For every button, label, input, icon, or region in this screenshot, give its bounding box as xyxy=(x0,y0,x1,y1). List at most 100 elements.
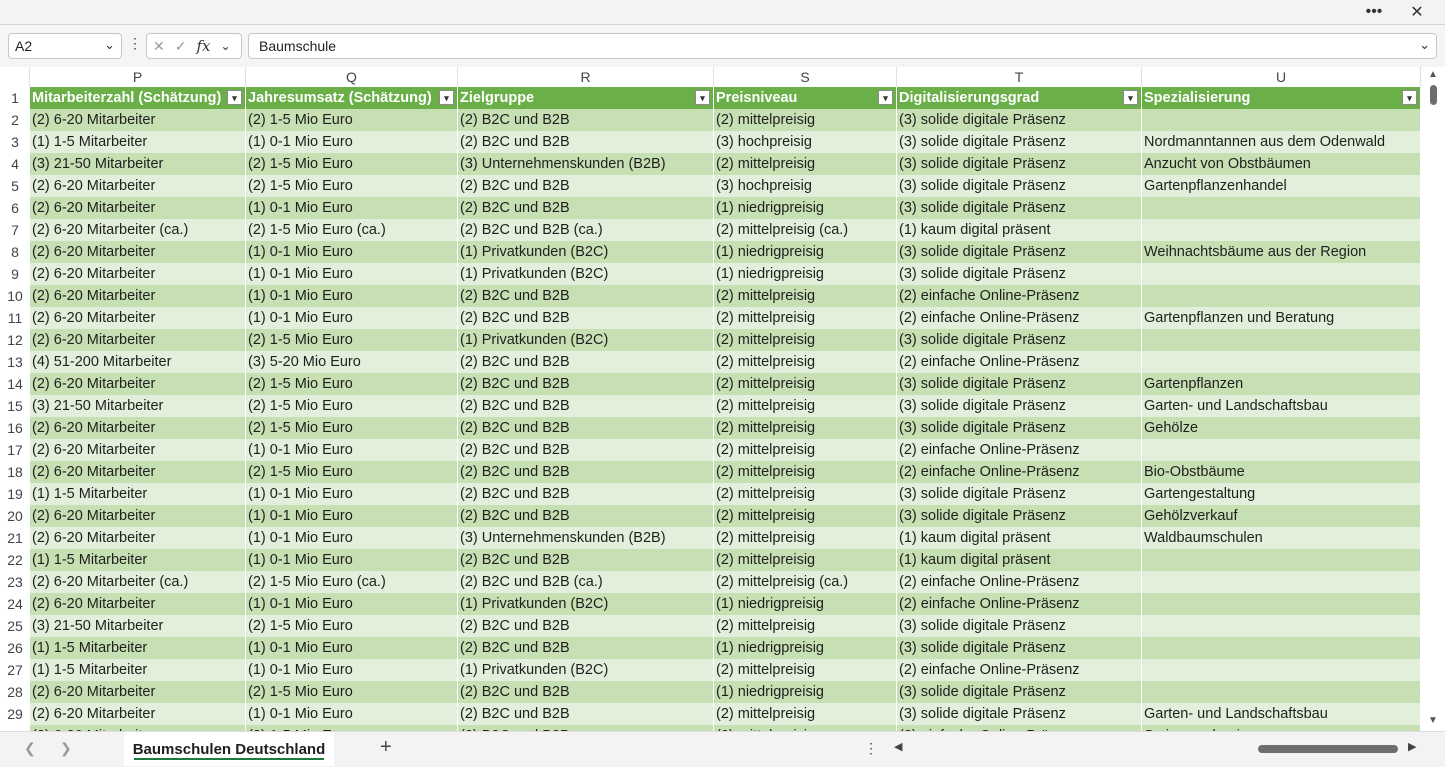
table-cell[interactable]: (2) B2C und B2B xyxy=(458,109,714,131)
table-cell[interactable] xyxy=(1142,615,1421,637)
previous-sheet-icon[interactable]: ❮ xyxy=(24,740,36,757)
table-cell[interactable]: (2) 1-5 Mio Euro xyxy=(246,461,458,483)
table-cell[interactable]: Gartenpflanzen und Beratung xyxy=(1142,307,1421,329)
table-cell[interactable]: (1) 1-5 Mitarbeiter xyxy=(30,549,246,571)
table-cell[interactable]: (1) 0-1 Mio Euro xyxy=(246,285,458,307)
table-cell[interactable] xyxy=(1142,219,1421,241)
table-cell[interactable]: (2) mittelpreisig xyxy=(714,153,897,175)
table-cell[interactable]: Bio-Obstbäume xyxy=(1142,461,1421,483)
filter-dropdown-icon[interactable]: ▾ xyxy=(1402,90,1417,105)
table-cell[interactable]: (1) niedrigpreisig xyxy=(714,681,897,703)
table-cell[interactable]: (3) Unternehmenskunden (B2B) xyxy=(458,153,714,175)
table-cell[interactable]: (2) mittelpreisig xyxy=(714,505,897,527)
row-header[interactable]: 12 xyxy=(0,329,30,351)
table-cell[interactable]: (2) B2C und B2B xyxy=(458,373,714,395)
table-cell[interactable]: (2) 6-20 Mitarbeiter xyxy=(30,109,246,131)
table-cell[interactable]: (3) solide digitale Präsenz xyxy=(897,241,1142,263)
table-cell[interactable]: (1) 0-1 Mio Euro xyxy=(246,307,458,329)
table-cell[interactable]: (1) kaum digital präsent xyxy=(897,549,1142,571)
table-cell[interactable]: (2) 1-5 Mio Euro xyxy=(246,329,458,351)
vertical-scrollbar[interactable]: ▲ ▼ xyxy=(1422,67,1445,731)
table-cell[interactable]: (2) B2C und B2B xyxy=(458,197,714,219)
table-cell[interactable]: Weihnachtsbäume aus der Region xyxy=(1142,241,1421,263)
table-cell[interactable]: (3) solide digitale Präsenz xyxy=(897,395,1142,417)
table-header-cell[interactable]: Jahresumsatz (Schätzung) ▾ xyxy=(246,87,458,109)
filter-dropdown-icon[interactable]: ▾ xyxy=(878,90,893,105)
table-cell[interactable]: (2) B2C und B2B xyxy=(458,285,714,307)
table-cell[interactable]: (2) mittelpreisig xyxy=(714,659,897,681)
table-cell[interactable]: (1) 0-1 Mio Euro xyxy=(246,527,458,549)
table-cell[interactable]: Gartenpflanzen xyxy=(1142,373,1421,395)
table-cell[interactable]: (2) 6-20 Mitarbeiter xyxy=(30,307,246,329)
row-header[interactable]: 17 xyxy=(0,439,30,461)
table-cell[interactable]: (3) 21-50 Mitarbeiter xyxy=(30,153,246,175)
column-header-p[interactable]: P xyxy=(30,67,246,87)
table-cell[interactable] xyxy=(1142,593,1421,615)
table-cell[interactable]: (2) einfache Online-Präsenz xyxy=(897,659,1142,681)
table-cell[interactable]: Garten- und Landschaftsbau xyxy=(1142,703,1421,725)
row-header[interactable]: 16 xyxy=(0,417,30,439)
table-cell[interactable]: (3) hochpreisig xyxy=(714,131,897,153)
table-cell[interactable] xyxy=(1142,637,1421,659)
table-cell[interactable]: (2) mittelpreisig xyxy=(714,439,897,461)
column-header-s[interactable]: S xyxy=(714,67,897,87)
table-cell[interactable]: (1) 1-5 Mitarbeiter xyxy=(30,637,246,659)
table-cell[interactable]: (2) mittelpreisig xyxy=(714,615,897,637)
table-cell[interactable]: (3) solide digitale Präsenz xyxy=(897,131,1142,153)
row-header[interactable]: 13 xyxy=(0,351,30,373)
table-cell[interactable]: (2) mittelpreisig xyxy=(714,549,897,571)
row-header[interactable]: 26 xyxy=(0,637,30,659)
row-header[interactable]: 11 xyxy=(0,307,30,329)
table-cell[interactable]: (2) mittelpreisig xyxy=(714,373,897,395)
table-cell[interactable]: (3) solide digitale Präsenz xyxy=(897,615,1142,637)
table-cell[interactable]: (2) B2C und B2B xyxy=(458,131,714,153)
table-cell[interactable]: (1) 0-1 Mio Euro xyxy=(246,593,458,615)
table-cell[interactable]: (2) 1-5 Mio Euro xyxy=(246,373,458,395)
table-cell[interactable]: (2) mittelpreisig (ca.) xyxy=(714,571,897,593)
table-cell[interactable]: Garten- und Landschaftsbau xyxy=(1142,395,1421,417)
table-cell[interactable]: Nordmanntannen aus dem Odenwald xyxy=(1142,131,1421,153)
table-cell[interactable]: Gehölzverkauf xyxy=(1142,505,1421,527)
table-cell[interactable]: (1) niedrigpreisig xyxy=(714,241,897,263)
table-cell[interactable]: (1) 0-1 Mio Euro xyxy=(246,439,458,461)
table-cell[interactable]: (4) 51-200 Mitarbeiter xyxy=(30,351,246,373)
table-cell[interactable]: (2) einfache Online-Präsenz xyxy=(897,461,1142,483)
row-header[interactable]: 19 xyxy=(0,483,30,505)
table-cell[interactable]: (1) kaum digital präsent xyxy=(897,219,1142,241)
table-cell[interactable]: (1) kaum digital präsent xyxy=(897,527,1142,549)
table-cell[interactable]: (3) 21-50 Mitarbeiter xyxy=(30,615,246,637)
table-cell[interactable]: (2) B2C und B2B xyxy=(458,175,714,197)
row-header[interactable]: 24 xyxy=(0,593,30,615)
table-cell[interactable]: (2) B2C und B2B xyxy=(458,307,714,329)
row-header[interactable]: 9 xyxy=(0,263,30,285)
table-cell[interactable]: (2) mittelpreisig xyxy=(714,351,897,373)
table-cell[interactable]: (1) 0-1 Mio Euro xyxy=(246,703,458,725)
cancel-icon[interactable]: ✕ xyxy=(153,38,165,55)
table-cell[interactable]: (3) solide digitale Präsenz xyxy=(897,703,1142,725)
table-cell[interactable]: (2) 1-5 Mio Euro xyxy=(246,681,458,703)
table-cell[interactable]: (2) 6-20 Mitarbeiter xyxy=(30,241,246,263)
table-cell[interactable]: (3) 21-50 Mitarbeiter xyxy=(30,395,246,417)
table-cell[interactable]: (2) B2C und B2B (ca.) xyxy=(458,219,714,241)
table-cell[interactable]: (1) Privatkunden (B2C) xyxy=(458,263,714,285)
row-header[interactable]: 27 xyxy=(0,659,30,681)
table-cell[interactable]: (1) 0-1 Mio Euro xyxy=(246,659,458,681)
table-cell[interactable]: (1) niedrigpreisig xyxy=(714,593,897,615)
column-header-r[interactable]: R xyxy=(458,67,714,87)
table-cell[interactable]: (2) 1-5 Mio Euro xyxy=(246,395,458,417)
table-cell[interactable] xyxy=(1142,263,1421,285)
table-cell[interactable]: (3) solide digitale Präsenz xyxy=(897,505,1142,527)
table-cell[interactable]: (2) einfache Online-Präsenz xyxy=(897,351,1142,373)
table-cell[interactable]: (2) B2C und B2B xyxy=(458,637,714,659)
filter-dropdown-icon[interactable]: ▾ xyxy=(1123,90,1138,105)
column-header-q[interactable]: Q xyxy=(246,67,458,87)
table-cell[interactable]: (2) 1-5 Mio Euro xyxy=(246,109,458,131)
table-cell[interactable]: (2) mittelpreisig (ca.) xyxy=(714,219,897,241)
chevron-down-icon[interactable]: ⌄ xyxy=(104,37,115,53)
table-cell[interactable]: Gartenpflanzenhandel xyxy=(1142,175,1421,197)
row-header[interactable]: 5 xyxy=(0,175,30,197)
table-cell[interactable]: (2) 1-5 Mio Euro xyxy=(246,615,458,637)
table-cell[interactable]: (3) solide digitale Präsenz xyxy=(897,483,1142,505)
chevron-down-icon[interactable]: ⌄ xyxy=(220,39,230,53)
table-cell[interactable]: (2) 1-5 Mio Euro xyxy=(246,175,458,197)
